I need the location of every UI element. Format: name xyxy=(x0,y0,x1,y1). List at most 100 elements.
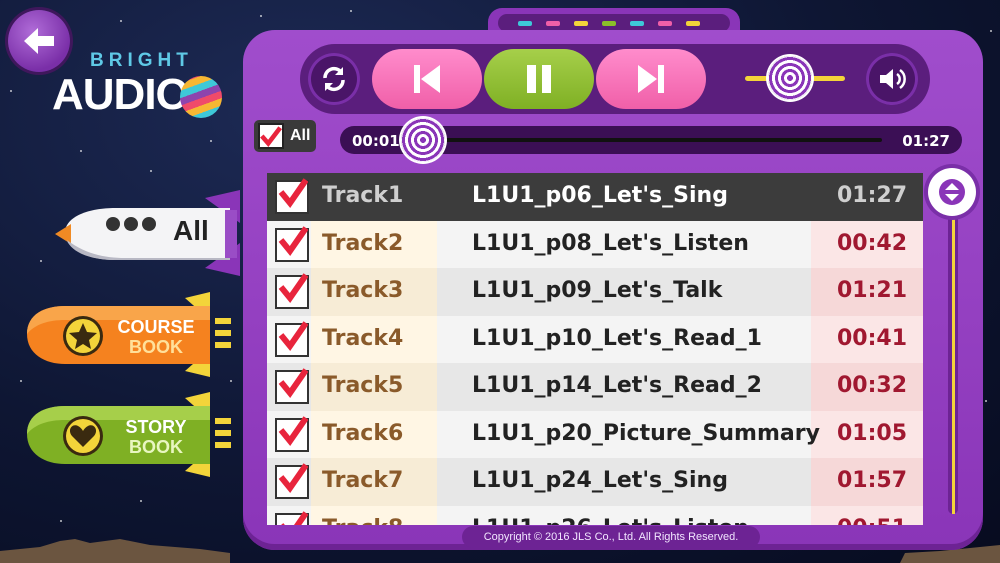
skip-next-icon xyxy=(638,65,664,93)
select-all-checkbox[interactable]: All xyxy=(254,120,316,152)
star xyxy=(990,30,992,32)
checkmark-icon xyxy=(278,178,308,208)
logo-ball-icon xyxy=(180,76,222,118)
checkmark-icon xyxy=(278,368,308,398)
progress-knob[interactable] xyxy=(400,118,445,162)
story-book-label-line1: STORY xyxy=(125,417,187,437)
track-title: L1U1_p24_Let's_Sing xyxy=(472,468,728,493)
star xyxy=(210,140,212,142)
track-checkbox[interactable] xyxy=(275,273,309,309)
track-title: L1U1_p10_Let's_Read_1 xyxy=(472,325,762,351)
indicator-light xyxy=(630,21,644,26)
volume-slider-knob[interactable] xyxy=(768,56,812,100)
pause-button[interactable] xyxy=(484,49,594,109)
checkmark-icon xyxy=(278,415,308,446)
track-row[interactable]: Track6 L1U1_p20_Picture_Summary 01:05 xyxy=(267,410,923,458)
indicator-light xyxy=(658,21,672,26)
indicator-light xyxy=(546,21,560,26)
track-checkbox[interactable] xyxy=(275,415,309,452)
repeat-icon xyxy=(323,66,345,92)
track-number: Track3 xyxy=(322,278,404,303)
track-checkbox[interactable] xyxy=(275,463,309,499)
track-duration: 00:32 xyxy=(836,373,907,398)
track-checkbox[interactable] xyxy=(275,510,309,525)
track-number: Track1 xyxy=(322,183,404,208)
track-number: Track8 xyxy=(322,516,403,526)
track-duration: 00:42 xyxy=(836,230,907,256)
scroll-handle[interactable] xyxy=(928,168,976,216)
previous-track-button[interactable] xyxy=(372,49,482,109)
star xyxy=(350,10,352,12)
track-checkbox[interactable] xyxy=(275,225,309,262)
story-book-button[interactable]: STORY BOOK xyxy=(25,392,240,477)
track-row[interactable]: Track3 L1U1_p09_Let's_Talk 01:21 xyxy=(267,268,923,316)
select-all-label: All xyxy=(290,127,311,144)
indicator-light xyxy=(574,21,588,26)
story-book-label-line2: BOOK xyxy=(129,437,183,457)
star xyxy=(150,170,152,172)
skip-previous-icon xyxy=(414,65,440,93)
checkmark-icon xyxy=(278,273,308,303)
track-row[interactable]: Track5 L1U1_p14_Let's_Read_2 00:32 xyxy=(267,363,923,411)
checkmark-icon xyxy=(278,320,308,351)
star xyxy=(985,400,987,402)
indicator-light xyxy=(518,21,532,26)
star xyxy=(260,15,262,17)
star xyxy=(120,20,122,22)
track-number: Track6 xyxy=(322,420,404,446)
track-title: L1U1_p26_Let's_Listen xyxy=(472,516,749,526)
current-time: 00:01 xyxy=(352,132,400,150)
all-rocket-button[interactable]: All xyxy=(55,188,245,278)
checkmark-icon xyxy=(280,510,308,525)
up-down-arrows-icon xyxy=(939,179,965,205)
star xyxy=(10,90,12,92)
track-duration: 01:21 xyxy=(836,278,907,303)
indicator-light xyxy=(602,21,616,26)
track-duration: 01:27 xyxy=(836,183,907,208)
star xyxy=(60,520,62,522)
checkmark-icon xyxy=(260,126,282,147)
track-row[interactable]: Track4 L1U1_p10_Let's_Read_1 00:41 xyxy=(267,315,923,363)
track-row[interactable]: Track7 L1U1_p24_Let's_Sing 01:57 xyxy=(267,458,923,506)
track-row[interactable]: Track1 L1U1_p06_Let's_Sing 01:27 xyxy=(267,173,923,221)
course-book-label-line2: BOOK xyxy=(129,337,183,357)
track-row[interactable]: Track8 L1U1_p26_Let's_Listen 00:51 xyxy=(267,505,923,526)
track-duration: 00:51 xyxy=(837,516,907,526)
course-book-button[interactable]: COURSE BOOK xyxy=(25,292,240,377)
track-duration: 01:05 xyxy=(836,420,907,446)
indicator-light xyxy=(686,21,700,26)
scrollbar[interactable] xyxy=(928,168,976,518)
track-title: L1U1_p20_Picture_Summary xyxy=(472,420,820,446)
pause-icon xyxy=(527,65,551,93)
checkmark-icon xyxy=(278,225,308,256)
track-checkbox[interactable] xyxy=(275,368,309,404)
star xyxy=(20,380,22,382)
track-checkbox[interactable] xyxy=(275,320,309,357)
logo-bright-text: BRIGHT xyxy=(90,50,193,71)
star xyxy=(230,380,232,382)
heart-icon xyxy=(69,425,97,447)
track-checkbox[interactable] xyxy=(275,178,309,214)
star xyxy=(140,500,142,502)
track-title: L1U1_p14_Let's_Read_2 xyxy=(472,373,762,398)
track-list[interactable]: Track1 L1U1_p06_Let's_Sing 01:27 Track2 L1U1… xyxy=(267,173,923,525)
select-all-box xyxy=(258,123,284,149)
course-book-label-line1: COURSE xyxy=(117,317,195,337)
star xyxy=(40,260,42,262)
track-title: L1U1_p09_Let's_Talk xyxy=(472,278,723,303)
repeat-button[interactable] xyxy=(308,53,360,105)
track-title: L1U1_p08_Let's_Listen xyxy=(472,230,749,256)
speaker-icon xyxy=(880,68,906,90)
track-number: Track7 xyxy=(322,468,404,493)
next-track-button[interactable] xyxy=(596,49,706,109)
track-row[interactable]: Track2 L1U1_p08_Let's_Listen 00:42 xyxy=(267,220,923,268)
bright-audio-logo: BRIGHT AUDIO xyxy=(50,48,230,128)
copyright-footer: Copyright © 2016 JLS Co., Ltd. All Right… xyxy=(462,526,760,548)
track-number: Track4 xyxy=(322,325,404,351)
rocket-icon xyxy=(55,190,240,276)
all-rocket-label: All xyxy=(173,215,209,246)
progress-track[interactable] xyxy=(412,138,882,142)
track-number: Track5 xyxy=(322,373,404,398)
checkmark-icon xyxy=(278,463,308,493)
volume-button[interactable] xyxy=(866,53,918,105)
